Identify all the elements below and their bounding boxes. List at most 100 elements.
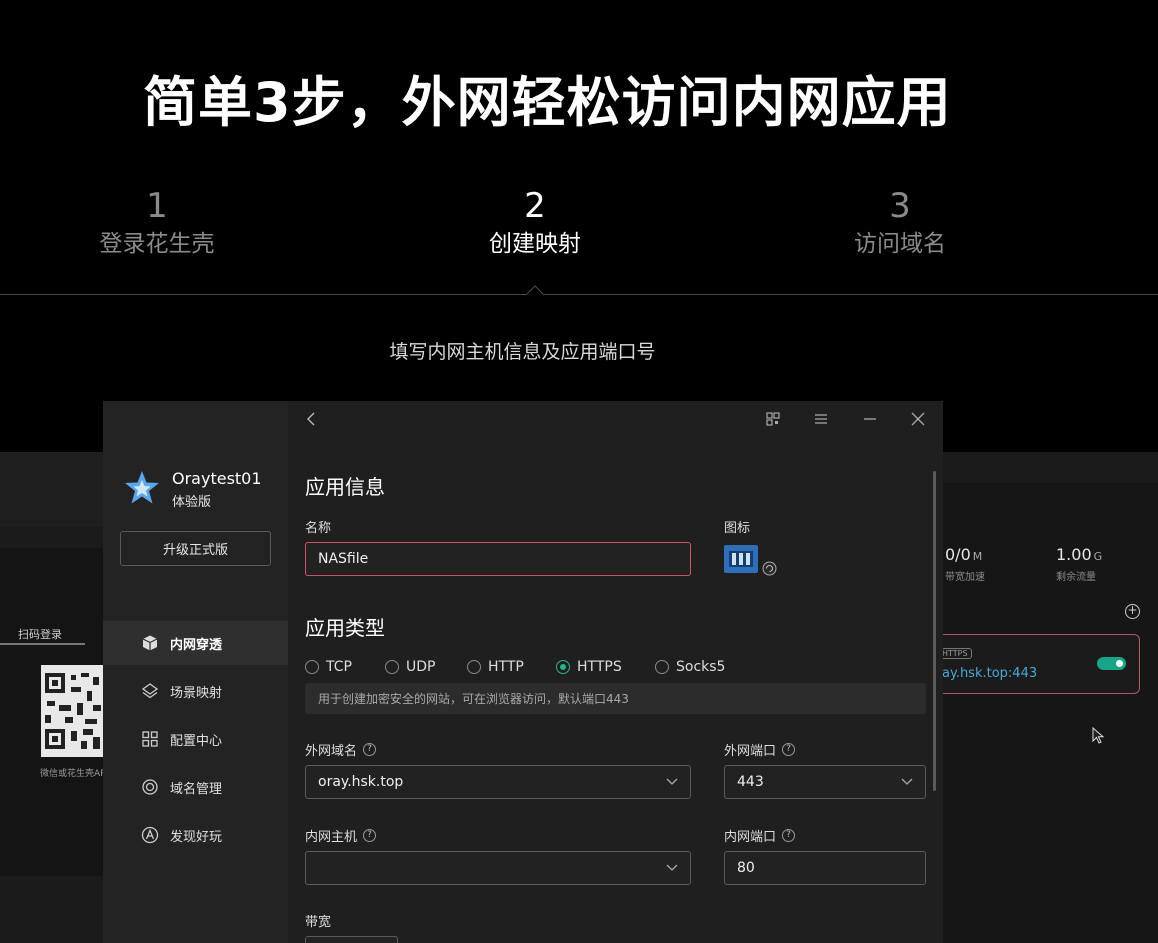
sidebar-item-discover[interactable]: 发现好玩 <box>103 813 288 857</box>
grid-icon <box>142 731 158 747</box>
radio-dot <box>305 660 319 674</box>
stat-label: 带宽加速 <box>945 572 985 583</box>
sidebar-item-scene[interactable]: 场景映射 <box>103 669 288 713</box>
chevron-down-icon <box>666 778 678 785</box>
step-number: 2 <box>524 186 546 226</box>
minimize-icon[interactable] <box>862 411 878 427</box>
step-description: 填写内网主机信息及应用端口号 <box>389 341 656 363</box>
refresh-icon[interactable] <box>762 561 777 576</box>
stat-unit: G <box>1093 550 1103 563</box>
section-app-type: 应用类型 <box>305 616 385 640</box>
stat-unit: M <box>972 550 983 563</box>
radio-label: HTTP <box>488 659 524 675</box>
help-icon[interactable]: ? <box>782 829 796 842</box>
qr-caption: 微信或花生壳APP扫码 <box>40 769 104 779</box>
radio-dot <box>556 660 570 674</box>
menu-icon[interactable] <box>813 411 829 427</box>
app-window: Oraytest01 体验版 升级正式版 内网穿透 场景映射 配置中心 域名管理… <box>103 401 943 943</box>
int-port-input[interactable]: 80 <box>724 851 926 885</box>
sidebar-item-domain[interactable]: 域名管理 <box>103 765 288 809</box>
ext-domain-label: 外网域名? <box>305 740 377 759</box>
name-label: 名称 <box>305 521 332 536</box>
step-3[interactable]: 3 访问域名 <box>790 186 1010 260</box>
step-number: 1 <box>146 186 168 226</box>
qr-code-icon <box>41 665 104 757</box>
bandwidth-input[interactable] <box>305 936 398 943</box>
stat-traffic: 1.00 G 剩余流量 <box>1056 545 1102 583</box>
mouse-cursor-icon <box>1092 727 1105 744</box>
sidebar-item-intranet[interactable]: 内网穿透 <box>103 621 288 665</box>
select-value: oray.hsk.top <box>318 774 404 790</box>
upgrade-button[interactable]: 升级正式版 <box>120 531 271 566</box>
target-icon <box>142 779 158 795</box>
field-label-text: 内网端口 <box>724 830 777 845</box>
ext-port-label: 外网端口? <box>724 740 796 759</box>
ext-port-select[interactable]: 443 <box>724 765 926 799</box>
active-step-caret-icon <box>525 285 545 296</box>
type-hint: 用于创建加密安全的网站，可在浏览器访问，默认端口443 <box>305 683 926 714</box>
radio-dot <box>655 660 669 674</box>
step-label: 登录花生壳 <box>99 231 215 257</box>
account-edition: 体验版 <box>172 495 212 510</box>
mapping-domain-link[interactable]: ay.hsk.top:443 <box>942 666 1037 681</box>
add-mapping-icon[interactable]: + <box>1125 604 1140 619</box>
qr-login-tab[interactable]: 扫码登录 <box>18 626 62 642</box>
qr-tab-underline <box>0 643 85 645</box>
bandwidth-label: 带宽 <box>305 915 332 930</box>
hero-title: 简单3步，外网轻松访问内网应用 <box>143 71 952 134</box>
stat-value: 1.00 <box>1056 545 1092 564</box>
sidebar-item-label: 场景映射 <box>170 685 223 701</box>
step-number: 3 <box>889 186 911 226</box>
form-scrollbar[interactable] <box>933 471 936 791</box>
field-label-text: 外网端口 <box>724 744 777 759</box>
sidebar-item-label: 配置中心 <box>170 733 223 749</box>
radio-label: TCP <box>326 659 352 675</box>
radio-socks5[interactable]: Socks5 <box>655 659 725 675</box>
icon-label: 图标 <box>724 521 751 536</box>
radio-label: Socks5 <box>676 659 726 675</box>
radio-dot <box>385 660 399 674</box>
qr-scan-icon[interactable] <box>765 411 781 427</box>
discover-icon <box>141 826 159 844</box>
sidebar: Oraytest01 体验版 升级正式版 内网穿透 场景映射 配置中心 域名管理… <box>103 401 288 943</box>
mapping-toggle[interactable] <box>1097 657 1126 670</box>
steps-divider <box>0 294 1158 295</box>
mapping-type-badge: HTTPS <box>938 648 972 659</box>
help-icon[interactable]: ? <box>782 743 796 756</box>
layers-icon <box>141 683 159 699</box>
field-label-text: 外网域名 <box>305 744 358 759</box>
int-host-select[interactable] <box>305 851 691 885</box>
section-app-info: 应用信息 <box>305 475 385 499</box>
step-label: 访问域名 <box>854 231 946 257</box>
nas-app-icon[interactable] <box>724 545 758 573</box>
close-icon[interactable] <box>910 411 926 427</box>
int-port-label: 内网端口? <box>724 826 796 845</box>
chevron-down-icon <box>901 778 913 785</box>
radio-label: UDP <box>406 659 436 675</box>
help-icon[interactable]: ? <box>363 743 377 756</box>
step-label: 创建映射 <box>489 231 581 257</box>
sidebar-item-label: 发现好玩 <box>170 829 223 845</box>
radio-label: HTTPS <box>577 659 622 675</box>
sidebar-item-label: 域名管理 <box>170 781 223 797</box>
background-panel <box>0 452 104 527</box>
star-logo-icon <box>125 471 159 504</box>
name-input[interactable]: NASfile <box>305 542 691 576</box>
radio-https[interactable]: HTTPS <box>556 659 622 675</box>
step-1[interactable]: 1 登录花生壳 <box>47 186 267 260</box>
back-icon[interactable] <box>304 411 320 427</box>
stat-bandwidth: 0/0 M 带宽加速 <box>945 545 985 583</box>
form-panel: 应用信息 名称 NASfile 图标 应用类型 TCP UDP HTTP HTT… <box>288 401 943 943</box>
help-icon[interactable]: ? <box>363 829 377 842</box>
radio-udp[interactable]: UDP <box>385 659 435 675</box>
radio-dot <box>467 660 481 674</box>
step-2[interactable]: 2 创建映射 <box>425 186 645 260</box>
stat-label: 剩余流量 <box>1056 572 1096 583</box>
stat-value: 0/0 <box>945 545 971 564</box>
radio-http[interactable]: HTTP <box>467 659 524 675</box>
sidebar-item-config[interactable]: 配置中心 <box>103 717 288 761</box>
radio-tcp[interactable]: TCP <box>305 659 352 675</box>
ext-domain-select[interactable]: oray.hsk.top <box>305 765 691 799</box>
int-host-label: 内网主机? <box>305 826 377 845</box>
chevron-down-icon <box>666 864 678 871</box>
